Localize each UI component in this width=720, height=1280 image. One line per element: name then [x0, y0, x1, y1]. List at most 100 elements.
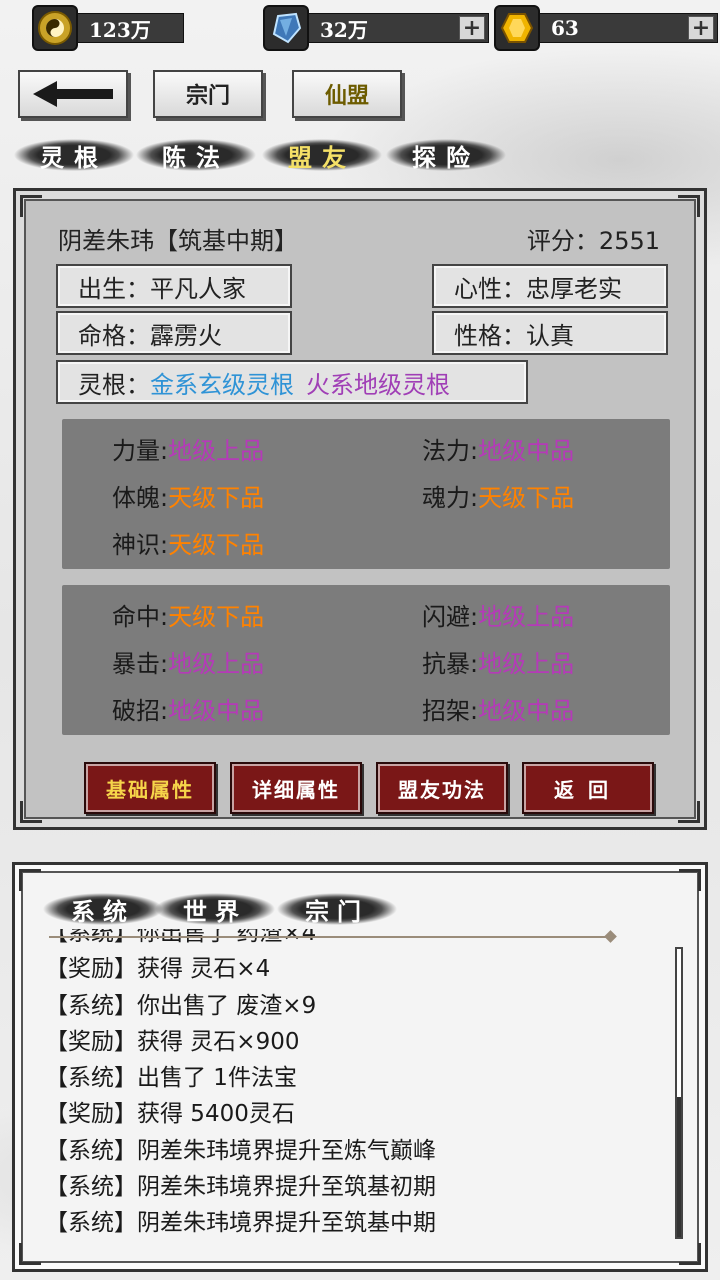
- basic-attributes-button[interactable]: 基础属性: [84, 762, 216, 814]
- spirit-root-gold: 金系玄级灵根: [150, 370, 294, 399]
- stat-soul: 魂力:天级下品: [422, 478, 574, 513]
- personality-label: 性格：: [454, 321, 526, 350]
- stat-crit-resist: 抗暴:地级上品: [422, 644, 574, 679]
- corner-ornament: [20, 195, 42, 217]
- ally-skills-button[interactable]: 盟友功法: [376, 762, 508, 814]
- chat-message: 【奖励】获得 5400灵石: [45, 1101, 295, 1128]
- spirit-root-field: 灵根： 金系玄级灵根 火系地级灵根: [56, 360, 528, 404]
- coin-amount: 123万: [72, 13, 184, 43]
- corner-ornament: [678, 801, 700, 823]
- stat-parry: 招架:地级中品: [422, 691, 574, 726]
- stat-dodge: 闪避:地级上品: [422, 597, 574, 632]
- crystal-amount-text: 32万: [320, 17, 368, 42]
- stat-value: 天级下品: [168, 531, 265, 559]
- chat-tab-world[interactable]: 世界: [155, 890, 275, 928]
- tab-formation[interactable]: 陈法: [136, 136, 256, 174]
- sect-button[interactable]: 宗门: [153, 70, 263, 118]
- fate-label: 命格：: [78, 321, 150, 350]
- stat-value: 地级上品: [168, 437, 265, 465]
- primary-stats-box: 力量:地级上品 法力:地级中品 体魄:天级下品 魂力:天级下品 神识:天级下品: [62, 419, 670, 569]
- stat-value: 地级上品: [478, 603, 575, 631]
- character-panel: 阴差朱玮【筑基中期】 评分：2551 出生： 平凡人家 命格： 霹雳火 心性： 忠厚老…: [13, 188, 707, 830]
- spirit-root-fire: 火系地级灵根: [306, 370, 450, 399]
- stat-label: 力量:: [112, 437, 169, 465]
- stat-label: 神识:: [112, 531, 169, 559]
- chat-message: 【奖励】获得 灵石×4: [45, 956, 271, 983]
- stat-mana: 法力:地级中品: [422, 431, 574, 466]
- chat-message: 【系统】你出售了 废渣×9: [45, 992, 317, 1019]
- score-label: 评分：: [526, 227, 599, 255]
- corner-ornament: [20, 801, 42, 823]
- birth-field: 出生： 平凡人家: [56, 264, 292, 308]
- gold-gem-icon: [494, 5, 540, 51]
- stat-label: 破招:: [112, 697, 169, 725]
- combat-stats-box: 命中:天级下品 闪避:地级上品 暴击:地级上品 抗暴:地级上品 破招:地级中品 …: [62, 585, 670, 735]
- gem-amount: 63 +: [534, 13, 718, 43]
- stat-value: 天级下品: [478, 484, 575, 512]
- chat-divider: [49, 936, 609, 938]
- detailed-attributes-button[interactable]: 详细属性: [230, 762, 362, 814]
- mind-field: 心性： 忠厚老实: [432, 264, 668, 308]
- add-crystal-button[interactable]: +: [459, 16, 485, 40]
- blue-crystal-icon: [263, 5, 309, 51]
- chat-message: 【奖励】获得 灵石×900: [45, 1028, 300, 1055]
- character-name: 阴差朱玮【筑基中期】: [58, 227, 298, 255]
- chat-message: 【系统】出售了 1件法宝: [45, 1065, 297, 1092]
- stat-value: 地级上品: [478, 650, 575, 678]
- gem-counter: 63 +: [494, 5, 718, 51]
- chat-log[interactable]: 【系统】你出售了 药渣×4 【奖励】获得 灵石×4 【系统】你出售了 废渣×9 …: [45, 929, 665, 1249]
- stat-label: 体魄:: [112, 484, 169, 512]
- stat-value: 地级中品: [168, 697, 265, 725]
- stat-label: 法力:: [422, 437, 479, 465]
- chat-scrollbar[interactable]: [675, 947, 683, 1239]
- chat-scrollbar-thumb[interactable]: [677, 1097, 681, 1237]
- stat-label: 抗暴:: [422, 650, 479, 678]
- return-button[interactable]: 返回: [522, 762, 654, 814]
- stat-value: 地级中品: [478, 697, 575, 725]
- personality-field: 性格： 认真: [432, 311, 668, 355]
- character-score: 评分：2551: [527, 221, 660, 256]
- chat-message: 【系统】阴差朱玮境界提升至筑基中期: [45, 1210, 436, 1237]
- stat-strength: 力量:地级上品: [112, 431, 264, 466]
- tab-spirit-root[interactable]: 灵根: [14, 136, 134, 174]
- alliance-button[interactable]: 仙盟: [292, 70, 402, 118]
- left-arrow-icon: [33, 81, 113, 107]
- fate-field: 命格： 霹雳火: [56, 311, 292, 355]
- taiji-coin-icon: [32, 5, 78, 51]
- spirit-root-label: 灵根：: [78, 370, 150, 399]
- stat-hit: 命中:天级下品: [112, 597, 264, 632]
- stat-label: 暴击:: [112, 650, 169, 678]
- stat-label: 闪避:: [422, 603, 479, 631]
- corner-ornament: [679, 869, 701, 891]
- tab-explore[interactable]: 探险: [386, 136, 506, 174]
- chat-message: 【系统】阴差朱玮境界提升至炼气巅峰: [45, 1137, 436, 1164]
- chat-tab-system[interactable]: 系统: [43, 890, 163, 928]
- crystal-counter: 32万 +: [263, 5, 489, 51]
- score-value: 2551: [598, 227, 660, 255]
- fate-value: 霹雳火: [150, 321, 222, 350]
- tab-ally[interactable]: 盟友: [262, 136, 382, 174]
- stat-label: 招架:: [422, 697, 479, 725]
- gem-amount-text: 63: [551, 16, 579, 40]
- stat-spirit-sense: 神识:天级下品: [112, 525, 264, 560]
- stat-value: 天级下品: [168, 484, 265, 512]
- stat-label: 魂力:: [422, 484, 479, 512]
- corner-ornament: [678, 195, 700, 217]
- chat-message: 【系统】你出售了 药渣×4: [45, 929, 317, 946]
- stat-value: 地级上品: [168, 650, 265, 678]
- mind-value: 忠厚老实: [526, 274, 622, 303]
- chat-tab-sect[interactable]: 宗门: [277, 890, 397, 928]
- stat-physique: 体魄:天级下品: [112, 478, 264, 513]
- add-gem-button[interactable]: +: [688, 16, 714, 40]
- birth-label: 出生：: [78, 274, 150, 303]
- corner-ornament: [679, 1243, 701, 1265]
- birth-value: 平凡人家: [150, 274, 246, 303]
- chat-message: 【系统】阴差朱玮境界提升至筑基初期: [45, 1174, 436, 1201]
- spirit-coin-counter: 123万: [32, 5, 184, 51]
- mind-label: 心性：: [454, 274, 526, 303]
- stat-crit: 暴击:地级上品: [112, 644, 264, 679]
- back-button[interactable]: [18, 70, 128, 118]
- stat-value: 地级中品: [478, 437, 575, 465]
- corner-ornament: [19, 869, 41, 891]
- chat-panel: 系统 世界 宗门 【系统】你出售了 药渣×4 【奖励】获得 灵石×4 【系统】你…: [12, 862, 708, 1272]
